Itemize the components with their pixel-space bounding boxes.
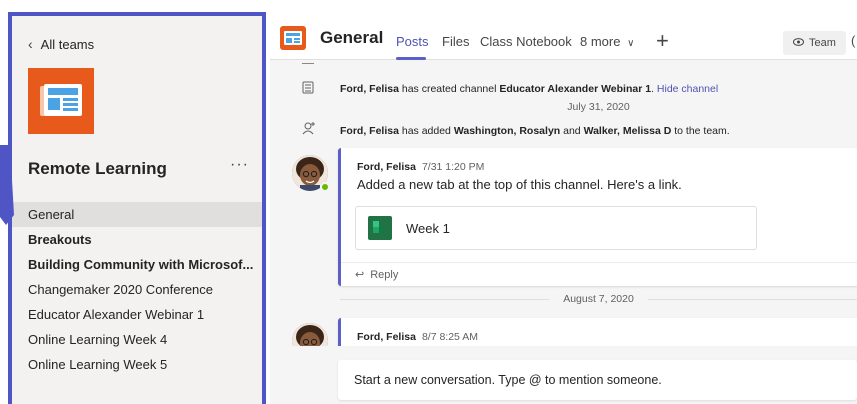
channel-header: General Posts Files Class Notebook 8 mor…: [270, 12, 857, 60]
post-body: Added a new tab at the top of this chann…: [357, 177, 682, 192]
team-button-label: Team: [809, 37, 836, 49]
new-conversation-input[interactable]: Start a new conversation. Type @ to ment…: [338, 360, 857, 400]
reply-button[interactable]: ↩ Reply: [341, 262, 857, 286]
channel-item-changemaker[interactable]: Changemaker 2020 Conference: [12, 277, 262, 302]
channel-item-building-community[interactable]: Building Community with Microsof...: [12, 252, 262, 277]
channel-item-week-4[interactable]: Online Learning Week 4: [12, 327, 262, 352]
team-name: Remote Learning: [28, 159, 167, 178]
reply-label: Reply: [370, 268, 399, 281]
channel-title: General: [320, 28, 384, 47]
channel-main: General Posts Files Class Notebook 8 mor…: [270, 12, 857, 404]
excel-tab-icon: [368, 216, 392, 240]
add-member-icon: [302, 121, 316, 138]
message-feed[interactable]: Ford, Felisa has created channel Educato…: [270, 61, 857, 346]
channel-item-week-5[interactable]: Online Learning Week 5: [12, 352, 262, 377]
add-tab-button[interactable]: +: [656, 28, 669, 54]
team-icon: [280, 26, 306, 50]
header-overflow-fragment: (: [851, 33, 856, 48]
team-button[interactable]: Team: [783, 31, 846, 55]
channel-created-icon: [302, 81, 314, 97]
system-message-text: Ford, Felisa has created channel Educato…: [340, 83, 719, 95]
post-message: Ford, Felisa 7/31 1:20 PM Added a new tab…: [338, 148, 857, 286]
hide-channel-link[interactable]: Hide channel: [657, 83, 718, 95]
team-logo-icon: [28, 68, 94, 134]
reply-icon: ↩: [355, 269, 365, 281]
active-tab-indicator: [396, 57, 426, 60]
eye-icon: [793, 37, 804, 49]
system-message-text: Ford, Felisa has added Washington, Rosal…: [340, 125, 730, 137]
cut-off-icon: [302, 63, 314, 64]
all-teams-link[interactable]: ‹ All teams: [28, 36, 94, 52]
presence-available-icon: [320, 182, 330, 192]
post-author[interactable]: Ford, Felisa: [357, 331, 416, 343]
tab-more-label: 8 more: [580, 34, 621, 49]
post-message: Ford, Felisa 8/7 8:25 AM: [338, 318, 857, 346]
tab-link-card[interactable]: Week 1: [355, 206, 757, 250]
channel-item-general[interactable]: General: [12, 202, 262, 227]
teams-window: ‹ All teams Remote Learning ··· General …: [0, 0, 857, 404]
all-teams-label: All teams: [40, 36, 95, 52]
channel-item-educator-webinar[interactable]: Educator Alexander Webinar 1: [12, 302, 262, 327]
avatar[interactable]: [292, 323, 328, 346]
post-timestamp: 8/7 8:25 AM: [421, 331, 478, 343]
overlay-arrow-icon: [0, 145, 14, 225]
channel-item-breakouts[interactable]: Breakouts: [12, 227, 262, 252]
post-timestamp: 7/31 1:20 PM: [421, 161, 485, 173]
chevron-down-icon: ∨: [627, 38, 635, 49]
channel-list: General Breakouts Building Community wit…: [12, 202, 262, 377]
tab-more[interactable]: 8 more ∨: [580, 34, 634, 49]
tab-files[interactable]: Files: [442, 34, 469, 49]
chevron-left-icon: ‹: [28, 36, 33, 52]
date-separator: August 7, 2020: [340, 292, 857, 306]
tab-class-notebook[interactable]: Class Notebook: [480, 34, 572, 49]
post-author[interactable]: Ford, Felisa: [357, 161, 416, 173]
team-sidebar: ‹ All teams Remote Learning ··· General …: [8, 12, 266, 404]
compose-area: Start a new conversation. Type @ to ment…: [270, 346, 857, 404]
tab-posts[interactable]: Posts: [396, 34, 429, 49]
post-header: Ford, Felisa 8/7 8:25 AM: [357, 331, 478, 343]
tab-link-label: Week 1: [406, 220, 450, 236]
date-separator: July 31, 2020: [567, 101, 630, 113]
post-header: Ford, Felisa 7/31 1:20 PM: [357, 161, 484, 173]
team-more-options-button[interactable]: ···: [230, 156, 249, 174]
